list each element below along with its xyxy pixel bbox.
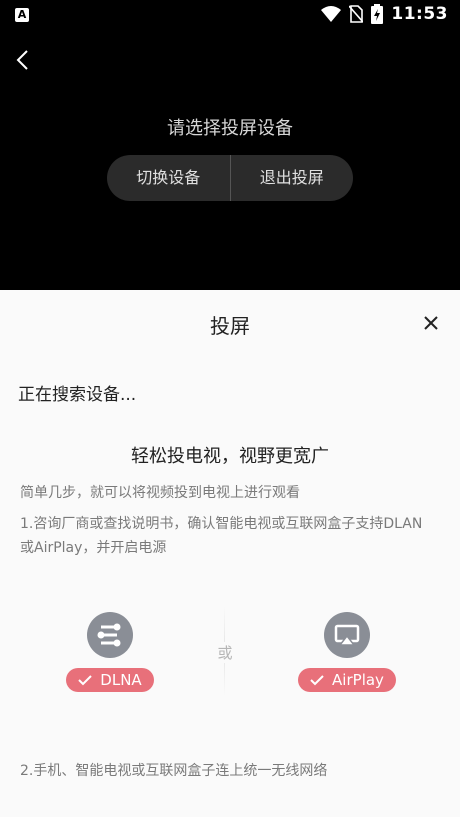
dlna-label: DLNA (100, 671, 142, 689)
help-step-2: 2.手机、智能电视或互联网盒子连上统一无线网络 (20, 763, 328, 779)
close-icon[interactable] (422, 314, 440, 332)
switch-device-button[interactable]: 切换设备 (107, 155, 230, 201)
dlna-option: DLNA (60, 612, 160, 692)
cast-button-group: 切换设备 退出投屏 (107, 155, 353, 201)
accessibility-app-icon: A (15, 8, 29, 22)
cast-bottom-sheet: 投屏 正在搜索设备... 轻松投电视，视野更宽广 简单几步，就可以将视频投到电视… (0, 290, 460, 817)
dlna-share-icon (87, 612, 133, 658)
wifi-icon (321, 6, 342, 22)
help-step-1: 1.咨询厂商或查找说明书，确认智能电视或互联网盒子支持DLAN或AirPlay，… (20, 516, 423, 556)
help-subtext: 简单几步，就可以将视频投到电视上进行观看 (20, 485, 300, 501)
status-time: 11:53 (391, 4, 448, 24)
sheet-title: 投屏 (210, 314, 250, 338)
cast-control-panel: 请选择投屏设备 切换设备 退出投屏 (0, 30, 460, 290)
check-icon (78, 675, 93, 686)
exit-cast-button[interactable]: 退出投屏 (231, 155, 354, 201)
no-sim-icon (349, 5, 364, 23)
check-icon (310, 675, 324, 686)
select-device-prompt: 请选择投屏设备 (167, 118, 293, 139)
airplay-label: AirPlay (332, 671, 384, 689)
back-arrow-icon[interactable] (12, 48, 36, 72)
battery-charging-icon (371, 4, 384, 24)
help-headline: 轻松投电视，视野更宽广 (131, 446, 329, 467)
status-icons: 11:53 (321, 4, 448, 24)
or-label: 或 (214, 642, 236, 663)
searching-status: 正在搜索设备... (18, 385, 137, 405)
airplay-option: AirPlay (282, 612, 412, 692)
airplay-badge: AirPlay (298, 668, 396, 692)
airplay-icon (324, 612, 370, 658)
status-bar: A 11:53 (0, 0, 460, 30)
dlna-badge: DLNA (66, 668, 154, 692)
